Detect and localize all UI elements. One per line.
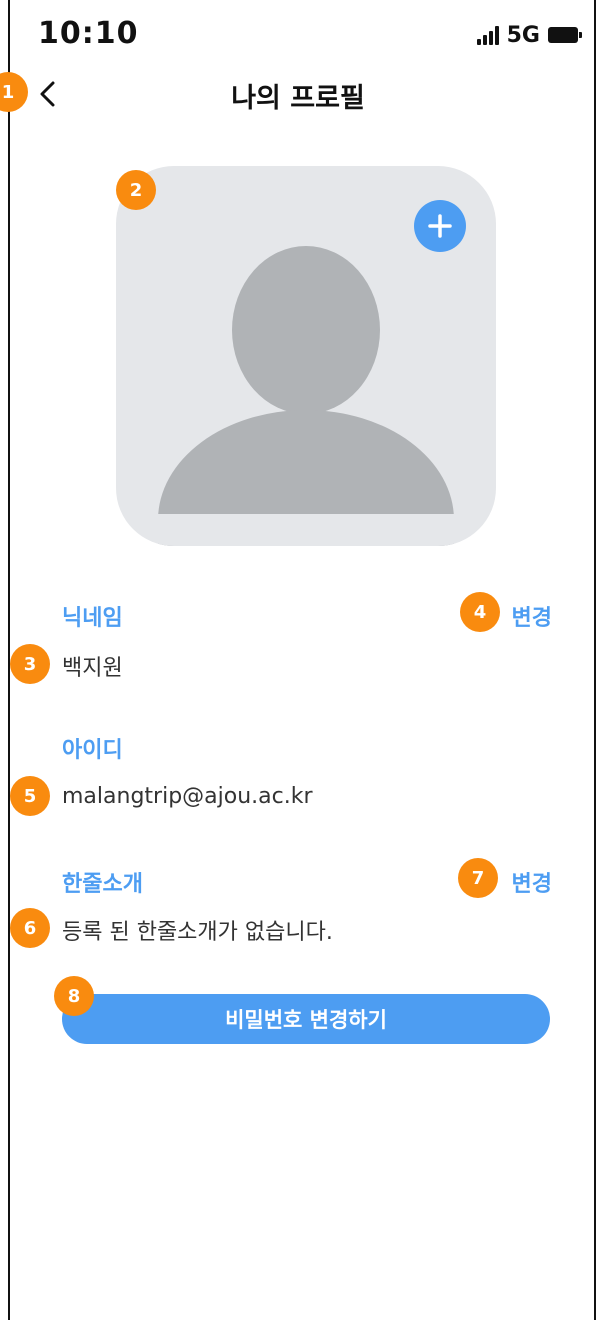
bio-value: 등록 된 한줄소개가 없습니다. [62,920,333,945]
header: 나의 프로필 [0,70,596,120]
change-password-button[interactable]: 비밀번호 변경하기 [62,994,550,1044]
person-silhouette-icon [232,246,380,414]
status-bar: 10:10 5G [0,0,596,70]
annotation-marker: 6 [10,908,50,948]
nickname-label: 닉네임 [62,606,123,631]
user-id-label: 아이디 [62,738,123,763]
annotation-marker: 8 [54,976,94,1016]
plus-icon [428,214,452,238]
battery-icon [548,27,582,43]
annotation-marker: 4 [460,592,500,632]
page-title: 나의 프로필 [231,83,365,114]
network-label: 5G [506,22,540,48]
annotation-marker: 3 [10,644,50,684]
bio-label: 한줄소개 [62,872,143,897]
status-indicators: 5G [476,20,582,50]
nickname-change-button[interactable]: 변경 [512,600,552,632]
status-time: 10:10 [38,16,139,51]
bio-change-button[interactable]: 변경 [512,866,552,898]
annotation-marker: 7 [458,858,498,898]
person-silhouette-body [158,410,454,546]
profile-photo[interactable] [116,166,496,546]
signal-bars-icon [476,25,499,45]
user-id-value: malangtrip@ajou.ac.kr [62,784,313,809]
add-photo-button[interactable] [414,200,466,252]
nickname-value: 백지원 [62,656,123,681]
annotation-marker: 2 [116,170,156,210]
annotation-marker: 5 [10,776,50,816]
